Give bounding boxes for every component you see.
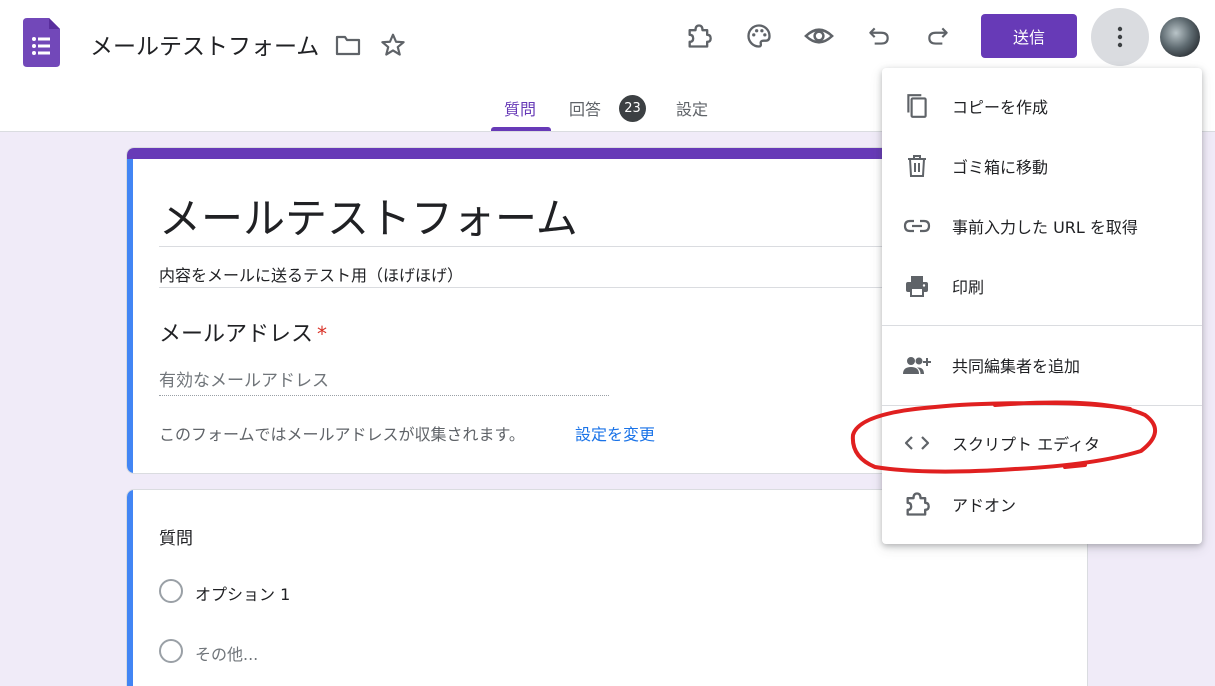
menu-item-label: 事前入力した URL を取得 (952, 218, 1138, 237)
menu-item-add-ons[interactable]: アドオン (882, 476, 1202, 532)
add-other-option[interactable]: その他... (195, 641, 258, 665)
undo-icon[interactable] (863, 20, 895, 52)
active-card-indicator (127, 159, 133, 473)
email-field-underline (159, 395, 609, 396)
tab-responses[interactable]: 回答 (569, 96, 601, 120)
more-options-button[interactable] (1091, 8, 1149, 66)
account-avatar[interactable] (1160, 17, 1200, 57)
menu-item-script-editor[interactable]: スクリプト エディタ (882, 415, 1202, 471)
more-options-menu: コピーを作成 ゴミ箱に移動 事前入力した URL を取得 印刷 共同編集者を追加… (882, 68, 1202, 544)
responses-count-badge: 23 (619, 95, 646, 122)
menu-item-label: アドオン (952, 496, 1017, 515)
email-collection-note: このフォームではメールアドレスが収集されます。 (159, 425, 525, 444)
menu-divider (882, 325, 1202, 326)
menu-item-label: ゴミ箱に移動 (952, 158, 1049, 177)
palette-icon[interactable] (743, 20, 775, 52)
tab-settings[interactable]: 設定 (676, 96, 708, 120)
document-title[interactable]: メールテストフォーム (90, 27, 319, 61)
menu-item-make-copy[interactable]: コピーを作成 (882, 78, 1202, 134)
menu-item-label: 共同編集者を追加 (952, 357, 1081, 376)
google-forms-logo[interactable] (23, 18, 60, 67)
question-card-indicator (127, 490, 133, 686)
puzzle-icon[interactable] (683, 20, 715, 52)
menu-item-label: スクリプト エディタ (952, 435, 1100, 454)
send-button[interactable]: 送信 (981, 14, 1077, 58)
star-icon[interactable] (380, 32, 406, 58)
preview-eye-icon[interactable] (803, 20, 835, 52)
other-option-radio[interactable] (159, 639, 183, 663)
menu-item-print[interactable]: 印刷 (882, 258, 1202, 314)
form-title[interactable]: メールテストフォーム (159, 185, 578, 246)
tab-questions[interactable]: 質問 (504, 96, 536, 120)
option-radio[interactable] (159, 579, 183, 603)
option-label[interactable]: オプション 1 (195, 581, 290, 605)
folder-icon[interactable] (335, 32, 361, 58)
trash-icon (902, 151, 932, 181)
menu-item-add-collaborators[interactable]: 共同編集者を追加 (882, 337, 1202, 393)
change-settings-link[interactable]: 設定を変更 (575, 421, 655, 445)
menu-item-label: コピーを作成 (952, 98, 1049, 117)
more-vert-icon (1117, 26, 1123, 48)
print-icon (902, 271, 932, 301)
menu-divider (882, 405, 1202, 406)
code-icon (902, 428, 932, 458)
menu-item-label: 印刷 (952, 278, 985, 297)
menu-item-prefilled-link[interactable]: 事前入力した URL を取得 (882, 198, 1202, 254)
form-description[interactable]: 内容をメールに送るテスト用（ほげほげ） (159, 262, 463, 286)
active-tab-indicator (491, 127, 551, 131)
menu-item-move-to-trash[interactable]: ゴミ箱に移動 (882, 138, 1202, 194)
email-field[interactable]: 有効なメールアドレス (159, 366, 329, 391)
link-icon (902, 211, 932, 241)
required-asterisk: * (317, 322, 328, 346)
email-label-text: メールアドレス (159, 322, 314, 347)
email-question-label: メールアドレス * (159, 316, 327, 348)
question-title[interactable]: 質問 (159, 524, 193, 549)
puzzle-icon (902, 489, 932, 519)
copy-icon (902, 91, 932, 121)
redo-icon[interactable] (922, 20, 954, 52)
add-collaborator-icon (902, 350, 932, 380)
